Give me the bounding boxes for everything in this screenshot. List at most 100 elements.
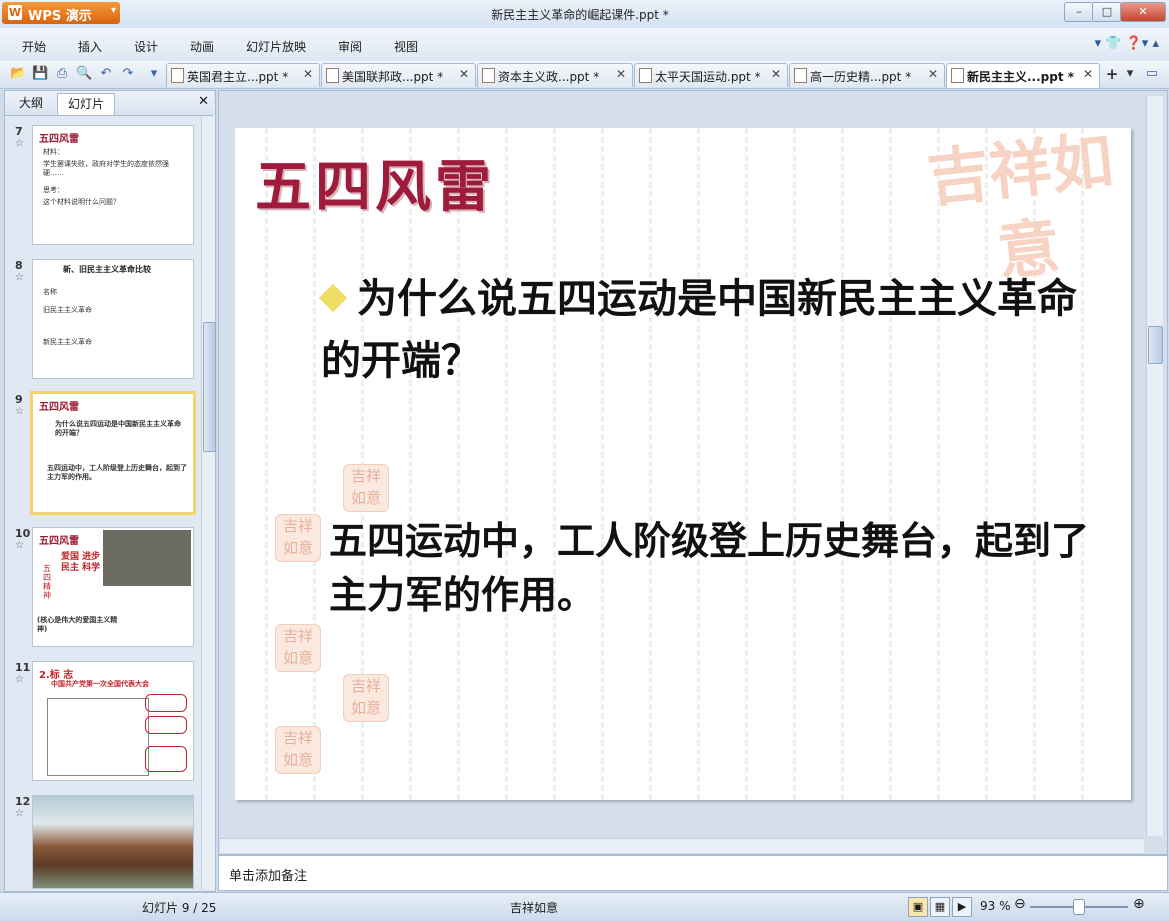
close-tab-icon[interactable]: ✕ [459, 67, 469, 81]
status-bar: 幻灯片 9 / 25 吉祥如意 ▣ ▦ ▶ 93 % ⊖ ⊕ [0, 892, 1169, 921]
slide-question-text[interactable]: 为什么说五四运动是中国新民主主义革命的开端？ [321, 268, 1081, 392]
print-icon[interactable]: ⎙ [54, 66, 70, 82]
zoom-out-icon[interactable]: ⊖ [1014, 896, 1026, 912]
slide-thumbnail-11[interactable]: 2.标 志 中国共产党第一次全国代表大会 [32, 661, 194, 781]
tab-doc-2[interactable]: 美国联邦政...ppt * ✕ [321, 63, 476, 87]
tab-label: 高一历史精...ppt * [810, 70, 912, 84]
tab-doc-1[interactable]: 英国君主立...ppt * ✕ [166, 63, 320, 87]
zoom-level[interactable]: 93 % [980, 899, 1011, 913]
slide-answer-text[interactable]: 五四运动中，工人阶级登上历史舞台，起到了主力军的作用。 [329, 514, 1089, 622]
thumb-text: 旧民主主义革命 [43, 306, 92, 314]
thumb-title: 五四风雷 [39, 536, 79, 547]
new-tab-icon[interactable]: + [1104, 66, 1120, 82]
animation-star-icon: ☆ [15, 406, 24, 417]
menu-home[interactable]: 开始 [22, 38, 46, 55]
theme-name: 吉祥如意 [510, 901, 559, 915]
app-menu-button[interactable]: W WPS 演示 ▾ [2, 2, 120, 24]
maximize-button[interactable]: □ [1092, 2, 1122, 22]
slide-thumbnail-10[interactable]: 五四风雷 爱国 进步 民主 科学 五四精神 (核心是伟大的爱国主义精神) [32, 527, 194, 647]
thumb-number: 11 [15, 661, 31, 674]
tab-doc-5[interactable]: 高一历史精...ppt * ✕ [789, 63, 945, 87]
save-icon[interactable]: 💾 [32, 66, 48, 82]
menu-view[interactable]: 视图 [394, 38, 418, 55]
notes-pane[interactable]: 单击添加备注 [218, 855, 1168, 891]
tab-label: 英国君主立...ppt * [187, 70, 289, 84]
tab-doc-3[interactable]: 资本主义政...ppt * ✕ [477, 63, 633, 87]
thumb-title: 五四风雷 [39, 402, 79, 413]
close-tab-icon[interactable]: ✕ [1083, 67, 1093, 81]
thumb-title: 2.标 志 [39, 670, 74, 681]
animation-star-icon: ☆ [15, 272, 24, 283]
slide-canvas[interactable]: 吉祥如意 吉祥 如意 吉祥 如意 吉祥 如意 吉祥 如意 吉祥 如意 五四风雷 为什么说五… [235, 128, 1131, 800]
thumb-text: 为什么说五四运动是中国新民主主义革命的开端？ [55, 420, 181, 437]
thumb-annotation [145, 694, 187, 712]
vertical-scrollbar[interactable] [1146, 96, 1163, 836]
menu-animation[interactable]: 动画 [190, 38, 214, 55]
close-panel-icon[interactable]: ✕ [198, 94, 209, 109]
restore-layout-icon[interactable]: ▭ [1144, 66, 1160, 82]
zoom-slider-knob[interactable] [1073, 899, 1085, 915]
tab-label: 新民主主义...ppt * [967, 70, 1075, 84]
watermark-seal: 吉祥 如意 [343, 674, 389, 722]
normal-view-icon[interactable]: ▣ [908, 897, 928, 917]
thumb-title: 五四风雷 [39, 134, 79, 145]
scroll-thumb[interactable] [1148, 326, 1163, 364]
watermark-seal: 吉祥 如意 [275, 514, 321, 562]
tab-doc-4[interactable]: 太平天国运动.ppt * ✕ [634, 63, 788, 87]
thumb-text: 五四运动中，工人阶级登上历史舞台，起到了主力军的作用。 [47, 464, 187, 481]
slide-thumbnail-7[interactable]: 五四风雷 材料： 学生罢课失败，政府对学生的态度依然强硬…… 思考： 这个材料说… [32, 125, 194, 245]
tab-slides[interactable]: 幻灯片 [57, 93, 116, 115]
thumb-number: 9 [15, 393, 23, 406]
slide-thumbnail-12[interactable] [32, 795, 194, 889]
panel-tabs: 大纲 幻灯片 ✕ [5, 91, 213, 116]
menu-review[interactable]: 审阅 [338, 38, 362, 55]
slide-thumbnail-panel: 大纲 幻灯片 ✕ 7 ☆ 五四风雷 材料： 学生罢课失败，政府对学生的态度依然强… [4, 90, 216, 892]
scroll-thumb[interactable] [203, 322, 216, 452]
close-window-button[interactable]: ✕ [1120, 2, 1166, 22]
menu-insert[interactable]: 插入 [78, 38, 102, 55]
watermark-seal: 吉祥 如意 [275, 624, 321, 672]
thumb-text: 这个材料说明什么问题？ [43, 198, 120, 206]
animation-star-icon: ☆ [15, 808, 24, 819]
close-tab-icon[interactable]: ✕ [616, 67, 626, 81]
slide-title[interactable]: 五四风雷 [255, 142, 495, 223]
thumb-number: 8 [15, 259, 23, 272]
app-name: WPS 演示 [28, 9, 92, 24]
animation-star-icon: ☆ [15, 138, 24, 149]
ppt-file-icon [326, 68, 339, 83]
tab-label: 资本主义政...ppt * [498, 70, 600, 84]
redo-icon[interactable]: ↷ [120, 66, 136, 82]
animation-star-icon: ☆ [15, 540, 24, 551]
tab-list-icon[interactable]: ▾ [1122, 66, 1138, 82]
horizontal-scrollbar[interactable] [220, 838, 1144, 853]
notes-placeholder[interactable]: 单击添加备注 [229, 865, 307, 884]
slide-thumbnail-9-selected[interactable]: 五四风雷 为什么说五四运动是中国新民主主义革命的开端？ 五四运动中，工人阶级登上… [30, 391, 196, 515]
minimize-button[interactable]: – [1064, 2, 1094, 22]
slideshow-icon[interactable]: ▶ [952, 897, 972, 917]
menu-design[interactable]: 设计 [134, 38, 158, 55]
slide-thumbnail-8[interactable]: 新、旧民主主义革命比较 名称 旧民主主义革命 新民主主义革命 [32, 259, 194, 379]
thumbnail-scrollbar[interactable] [201, 117, 216, 889]
ppt-file-icon [794, 68, 807, 83]
close-tab-icon[interactable]: ✕ [928, 67, 938, 81]
undo-icon[interactable]: ↶ [98, 66, 114, 82]
thumb-text: 新民主主义革命 [43, 338, 92, 346]
open-icon[interactable]: 📂 [10, 66, 26, 82]
tab-doc-6-active[interactable]: 新民主主义...ppt * ✕ [946, 63, 1100, 88]
thumb-number: 12 [15, 795, 31, 808]
toolbar-dropdown-icon[interactable]: ▾ [146, 66, 162, 82]
close-tab-icon[interactable]: ✕ [303, 67, 313, 81]
watermark-seal: 吉祥 如意 [343, 464, 389, 512]
quick-toolbar: 📂 💾 ⎙ 🔍 ↶ ↷ ▾ 英国君主立...ppt * ✕ 美国联邦政...pp… [0, 61, 1169, 89]
thumb-text: 思考： [43, 186, 64, 194]
print-preview-icon[interactable]: 🔍 [76, 66, 92, 82]
help-icons[interactable]: ▾ 👕 ❓▾ ▴ [1095, 36, 1159, 51]
menu-slideshow[interactable]: 幻灯片放映 [246, 38, 306, 55]
tab-outline[interactable]: 大纲 [9, 93, 53, 114]
close-tab-icon[interactable]: ✕ [771, 67, 781, 81]
thumb-number: 10 [15, 527, 31, 540]
thumb-annotation [145, 716, 187, 734]
slide-sorter-icon[interactable]: ▦ [930, 897, 950, 917]
zoom-in-icon[interactable]: ⊕ [1133, 896, 1145, 912]
thumb-text: 爱国 进步 民主 科学 [61, 552, 101, 573]
